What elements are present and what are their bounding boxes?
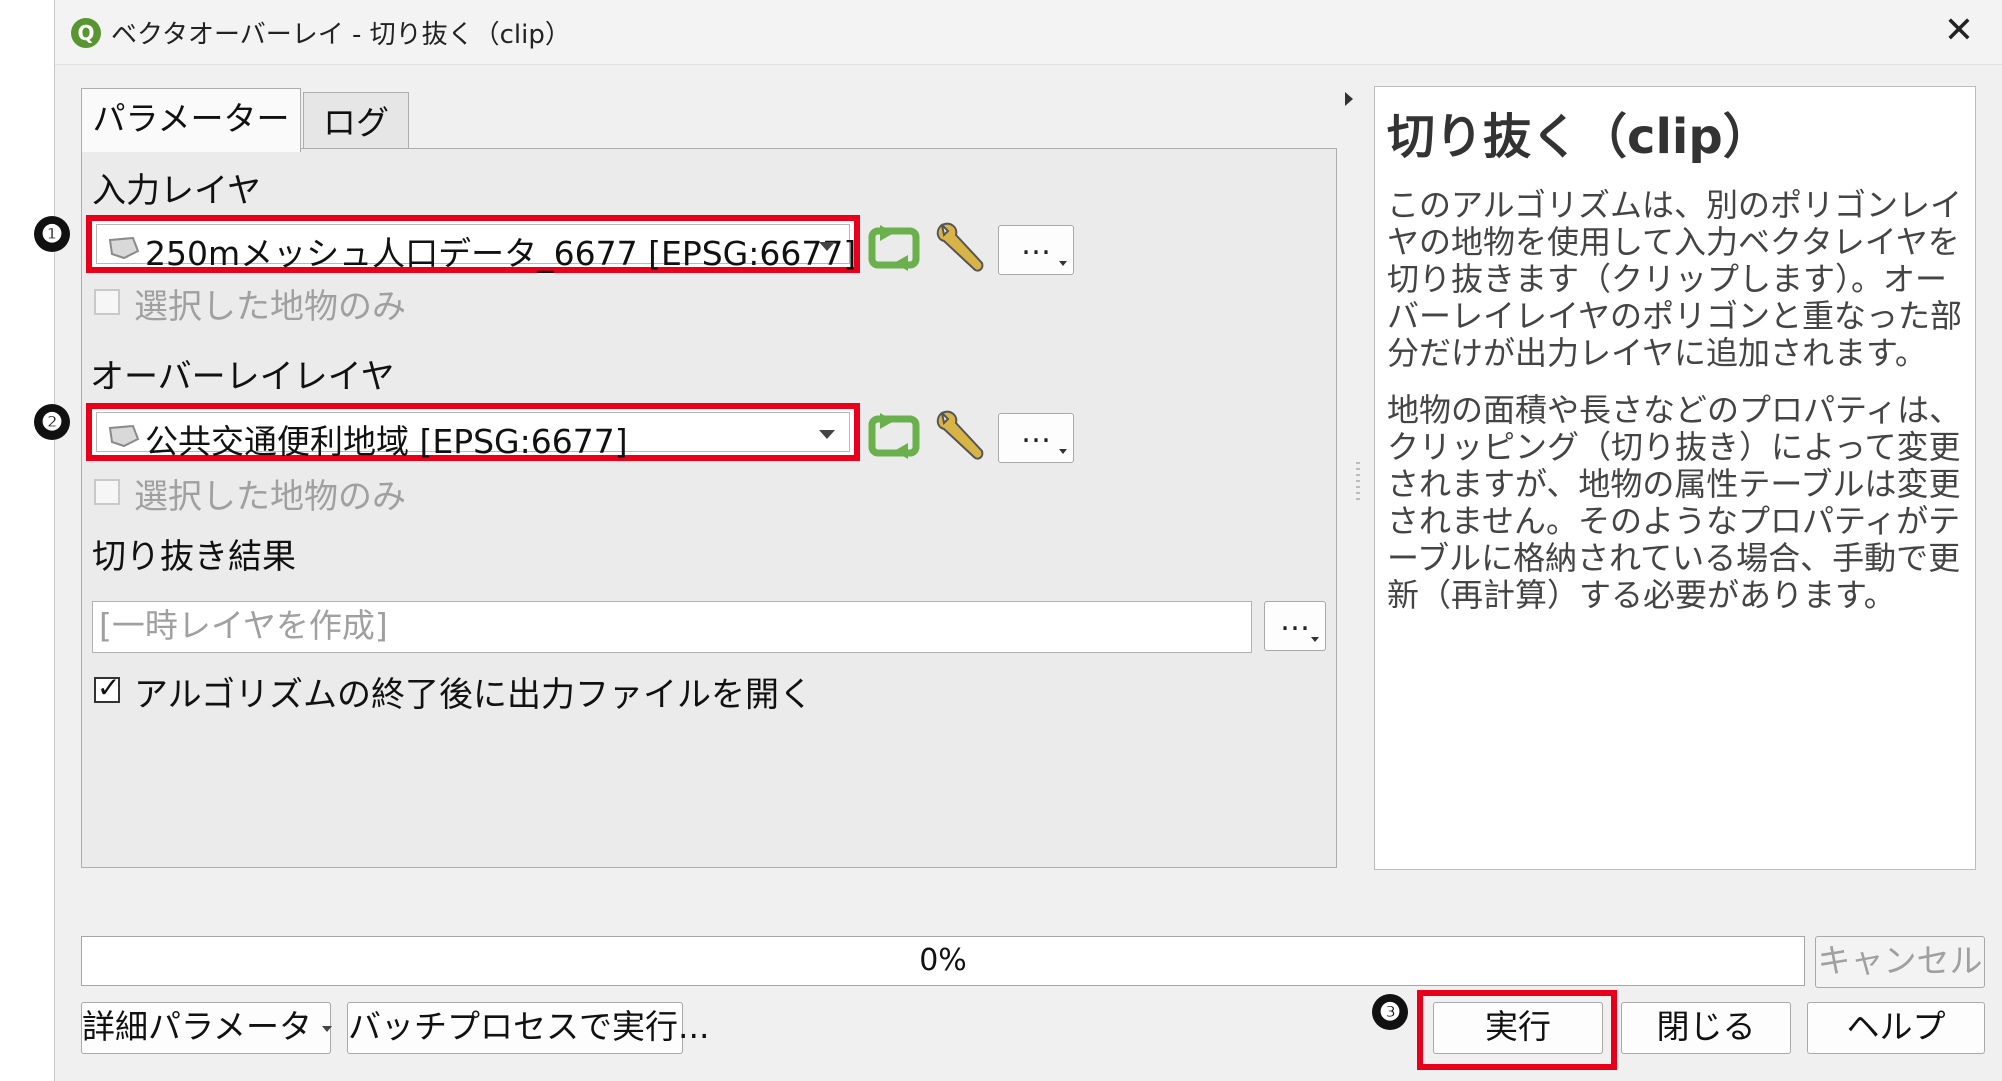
input-layer-combo[interactable]: 250mメッシュ人口データ_6677 [EPSG:6677] xyxy=(86,215,860,273)
dialog-window: Q ベクタオーバーレイ - 切り抜く（clip） ✕ パラメーター ログ 入力レ… xyxy=(54,0,2002,1081)
chevron-down-icon xyxy=(1059,449,1067,454)
ellipsis-icon: … xyxy=(1280,603,1310,638)
chevron-down-icon xyxy=(1059,261,1067,266)
run-button[interactable]: 実行 xyxy=(1433,1002,1603,1054)
advanced-parameters-label: 詳細パラメータ xyxy=(82,1007,313,1046)
overlay-layer-label: オーバーレイレイヤ xyxy=(90,357,395,397)
chevron-down-icon xyxy=(1311,637,1319,642)
overlay-layer-combo-field: 公共交通便利地域 [EPSG:6677] xyxy=(96,412,850,461)
input-layer-combo-field: 250mメッシュ人口データ_6677 [EPSG:6677] xyxy=(96,224,856,273)
ellipsis-icon: … xyxy=(1021,227,1051,262)
overlay-selected-only-label: 選択した地物のみ xyxy=(134,477,406,517)
input-selected-only-checkbox[interactable] xyxy=(94,289,120,315)
input-selected-only-label: 選択した地物のみ xyxy=(134,287,406,327)
annotation-marker-1: ❶ xyxy=(34,216,70,252)
iterate-icon[interactable] xyxy=(864,219,924,279)
polygon-layer-icon xyxy=(108,236,140,260)
polygon-layer-icon xyxy=(108,424,140,448)
overlay-layer-value: 公共交通便利地域 [EPSG:6677] xyxy=(145,422,628,461)
input-layer-value: 250mメッシュ人口データ_6677 [EPSG:6677] xyxy=(145,234,857,273)
help-title: 切り抜く（clip） xyxy=(1387,109,1771,165)
window-title: ベクタオーバーレイ - 切り抜く（clip） xyxy=(111,20,571,50)
splitter-handle[interactable] xyxy=(1356,462,1360,502)
help-paragraph: 地物の面積や長さなどのプロパティは、クリッピング（切り抜き）によって変更されます… xyxy=(1387,391,1962,614)
parameters-panel: 入力レイヤ 250mメッシュ人口データ_6677 [EPSG:6677] … 選… xyxy=(81,148,1337,868)
ellipsis-icon: … xyxy=(1021,415,1051,450)
help-panel: 切り抜く（clip） このアルゴリズムは、別のポリゴンレイヤの地物を使用して入力… xyxy=(1374,86,1976,870)
close-button[interactable]: 閉じる xyxy=(1621,1002,1791,1054)
overlay-layer-combo[interactable]: 公共交通便利地域 [EPSG:6677] xyxy=(86,403,860,461)
wrench-icon[interactable] xyxy=(932,217,992,277)
tab-parameters[interactable]: パラメーター xyxy=(81,88,301,152)
close-icon[interactable]: ✕ xyxy=(1944,10,1974,51)
chevron-down-icon xyxy=(819,430,835,439)
wrench-icon[interactable] xyxy=(932,405,992,465)
progress-text: 0% xyxy=(919,943,967,978)
tab-log[interactable]: ログ xyxy=(303,92,409,150)
cancel-button[interactable]: キャンセル xyxy=(1815,936,1985,988)
input-layer-more-button[interactable]: … xyxy=(998,225,1074,275)
batch-process-button[interactable]: バッチプロセスで実行... xyxy=(347,1002,709,1054)
collapse-arrow-icon[interactable] xyxy=(1345,92,1353,106)
input-layer-label: 入力レイヤ xyxy=(92,171,261,211)
output-path-field[interactable]: [一時レイヤを作成] xyxy=(92,601,1252,653)
output-label: 切り抜き結果 xyxy=(92,537,296,577)
progress-bar: 0% xyxy=(81,936,1805,986)
output-more-button[interactable]: … xyxy=(1264,601,1326,651)
overlay-layer-more-button[interactable]: … xyxy=(998,413,1074,463)
overlay-selected-only-checkbox[interactable] xyxy=(94,479,120,505)
open-output-checkbox[interactable] xyxy=(94,671,120,704)
open-output-label: アルゴリズムの終了後に出力ファイルを開く xyxy=(134,675,813,715)
help-paragraph: このアルゴリズムは、別のポリゴンレイヤの地物を使用して入力ベクタレイヤを切り抜き… xyxy=(1387,186,1963,372)
title-bar: Q ベクタオーバーレイ - 切り抜く（clip） ✕ xyxy=(55,0,2002,65)
chevron-down-icon xyxy=(819,242,835,251)
help-button[interactable]: ヘルプ xyxy=(1807,1002,1985,1054)
chevron-down-icon xyxy=(322,1025,333,1032)
annotation-marker-2: ❷ xyxy=(34,404,70,440)
annotation-marker-3: ❸ xyxy=(1372,994,1408,1030)
advanced-parameters-button[interactable]: 詳細パラメータ xyxy=(81,1002,333,1054)
iterate-icon[interactable] xyxy=(864,407,924,467)
qgis-logo-icon: Q xyxy=(71,18,101,48)
